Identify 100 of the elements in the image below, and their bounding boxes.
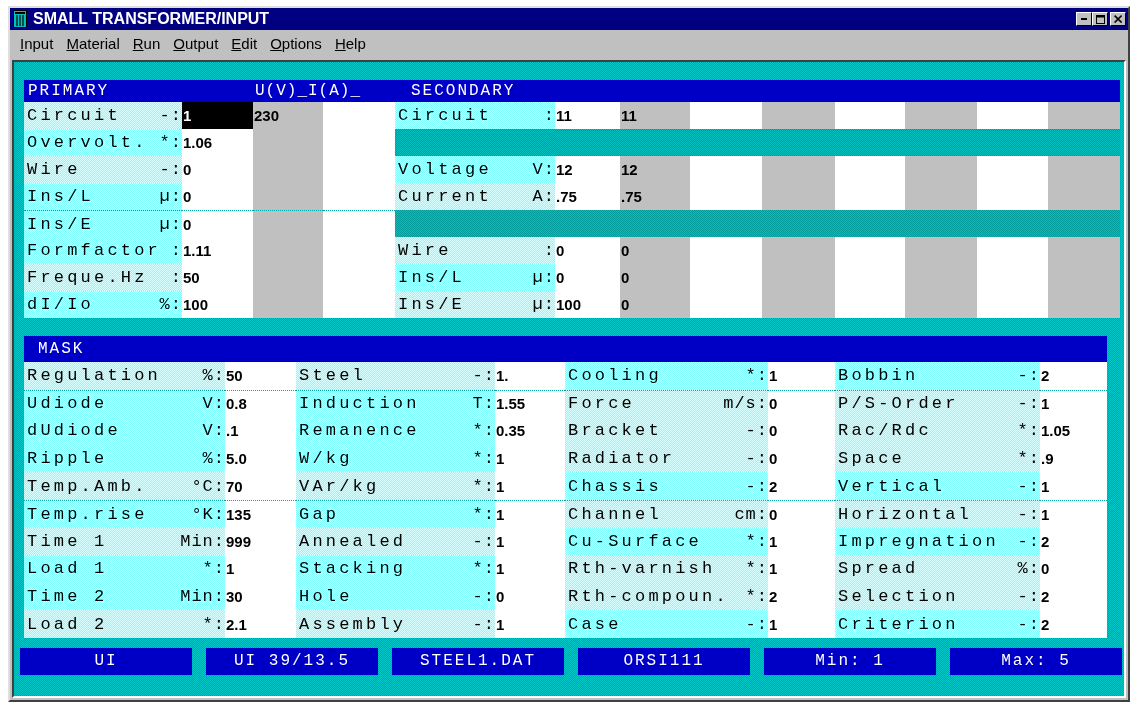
input-field[interactable]: [323, 291, 395, 318]
input-field[interactable]: 2: [1040, 527, 1107, 556]
input-field[interactable]: 11: [620, 102, 690, 129]
input-field[interactable]: 1: [495, 499, 565, 528]
input-field[interactable]: [1048, 156, 1120, 183]
input-field[interactable]: 999: [225, 527, 296, 556]
app-icon[interactable]: [13, 10, 27, 28]
input-field[interactable]: 0: [182, 183, 253, 210]
input-field[interactable]: [1048, 237, 1120, 264]
input-field[interactable]: 2: [768, 582, 835, 611]
input-field[interactable]: 1: [495, 555, 565, 583]
input-field[interactable]: [977, 291, 1048, 318]
input-field[interactable]: 1: [768, 555, 835, 583]
input-field[interactable]: [323, 183, 395, 210]
input-field[interactable]: 0: [555, 237, 620, 264]
input-field[interactable]: 0: [555, 264, 620, 291]
input-field[interactable]: [1048, 183, 1120, 210]
input-field[interactable]: [977, 237, 1048, 264]
input-field[interactable]: .9: [1040, 444, 1107, 473]
input-field[interactable]: [762, 102, 835, 129]
input-field[interactable]: 1: [495, 527, 565, 556]
input-field[interactable]: 100: [555, 291, 620, 318]
input-field[interactable]: [253, 210, 323, 237]
input-field[interactable]: 12: [620, 156, 690, 183]
input-field[interactable]: 0: [182, 210, 253, 237]
input-field[interactable]: 12: [555, 156, 620, 183]
input-field[interactable]: 0: [620, 291, 690, 318]
input-field[interactable]: .75: [620, 183, 690, 210]
input-field[interactable]: 100: [182, 291, 253, 318]
input-field[interactable]: [690, 291, 762, 318]
input-field[interactable]: 2: [1040, 362, 1107, 390]
input-field[interactable]: 0: [768, 389, 835, 418]
input-field[interactable]: 70: [225, 472, 296, 500]
menu-item[interactable]: Output: [167, 34, 226, 52]
input-field[interactable]: 1.11: [182, 237, 253, 264]
input-field[interactable]: [253, 183, 323, 210]
input-field[interactable]: [762, 291, 835, 318]
input-field[interactable]: [690, 237, 762, 264]
input-field[interactable]: 1: [495, 472, 565, 500]
input-field[interactable]: 1.: [495, 362, 565, 390]
input-field[interactable]: [835, 156, 905, 183]
menu-item[interactable]: Options: [264, 34, 329, 52]
input-field[interactable]: [835, 291, 905, 318]
menu-item[interactable]: Help: [328, 34, 373, 52]
input-field[interactable]: 1: [768, 610, 835, 638]
input-field[interactable]: [977, 102, 1048, 129]
input-field[interactable]: 2: [1040, 610, 1107, 638]
input-field[interactable]: 1: [495, 444, 565, 473]
input-field[interactable]: [1048, 291, 1120, 318]
input-field[interactable]: [762, 183, 835, 210]
input-field[interactable]: 230: [253, 102, 323, 129]
input-field[interactable]: 0: [1040, 555, 1107, 583]
input-field[interactable]: 0: [620, 237, 690, 264]
input-field[interactable]: [905, 183, 977, 210]
input-field[interactable]: [905, 291, 977, 318]
input-field[interactable]: 2.1: [225, 610, 296, 638]
input-field[interactable]: 1: [1040, 499, 1107, 528]
input-field[interactable]: 1: [1040, 389, 1107, 418]
menu-item[interactable]: Run: [126, 34, 168, 52]
input-field[interactable]: 2: [768, 472, 835, 500]
input-field[interactable]: [323, 210, 395, 237]
input-field[interactable]: 11: [555, 102, 620, 129]
input-field[interactable]: 0: [182, 156, 253, 183]
input-field[interactable]: 1: [768, 362, 835, 390]
input-field[interactable]: 2: [1040, 582, 1107, 611]
input-field[interactable]: 0: [768, 499, 835, 528]
maximize-button[interactable]: [1092, 12, 1108, 26]
input-field[interactable]: [835, 102, 905, 129]
input-field[interactable]: 0: [495, 582, 565, 611]
input-field[interactable]: .75: [555, 183, 620, 210]
menu-item[interactable]: Material: [60, 34, 127, 52]
input-field[interactable]: 0.35: [495, 417, 565, 445]
close-button[interactable]: [1110, 12, 1126, 26]
input-field[interactable]: [762, 237, 835, 264]
menu-item[interactable]: Edit: [225, 34, 265, 52]
input-field[interactable]: 50: [182, 264, 253, 291]
input-field[interactable]: 5.0: [225, 444, 296, 473]
input-field[interactable]: [690, 183, 762, 210]
input-field[interactable]: [977, 156, 1048, 183]
input-field[interactable]: 0: [768, 444, 835, 473]
input-field[interactable]: [977, 183, 1048, 210]
input-field[interactable]: 1: [495, 610, 565, 638]
input-field[interactable]: [905, 102, 977, 129]
input-field[interactable]: [690, 156, 762, 183]
input-field[interactable]: 1: [182, 102, 253, 129]
input-field[interactable]: 1.05: [1040, 417, 1107, 445]
input-field[interactable]: 0.8: [225, 389, 296, 418]
minimize-button[interactable]: [1076, 12, 1092, 26]
input-field[interactable]: [690, 102, 762, 129]
input-field[interactable]: 1.55: [495, 389, 565, 418]
input-field[interactable]: [323, 102, 395, 129]
input-field[interactable]: 1: [1040, 472, 1107, 500]
input-field[interactable]: 1.06: [182, 129, 253, 156]
input-field[interactable]: 1: [225, 555, 296, 583]
input-field[interactable]: 135: [225, 499, 296, 528]
input-field[interactable]: .1: [225, 417, 296, 445]
input-field[interactable]: [1048, 102, 1120, 129]
input-field[interactable]: 1: [768, 527, 835, 556]
input-field[interactable]: [762, 156, 835, 183]
input-field[interactable]: [835, 237, 905, 264]
